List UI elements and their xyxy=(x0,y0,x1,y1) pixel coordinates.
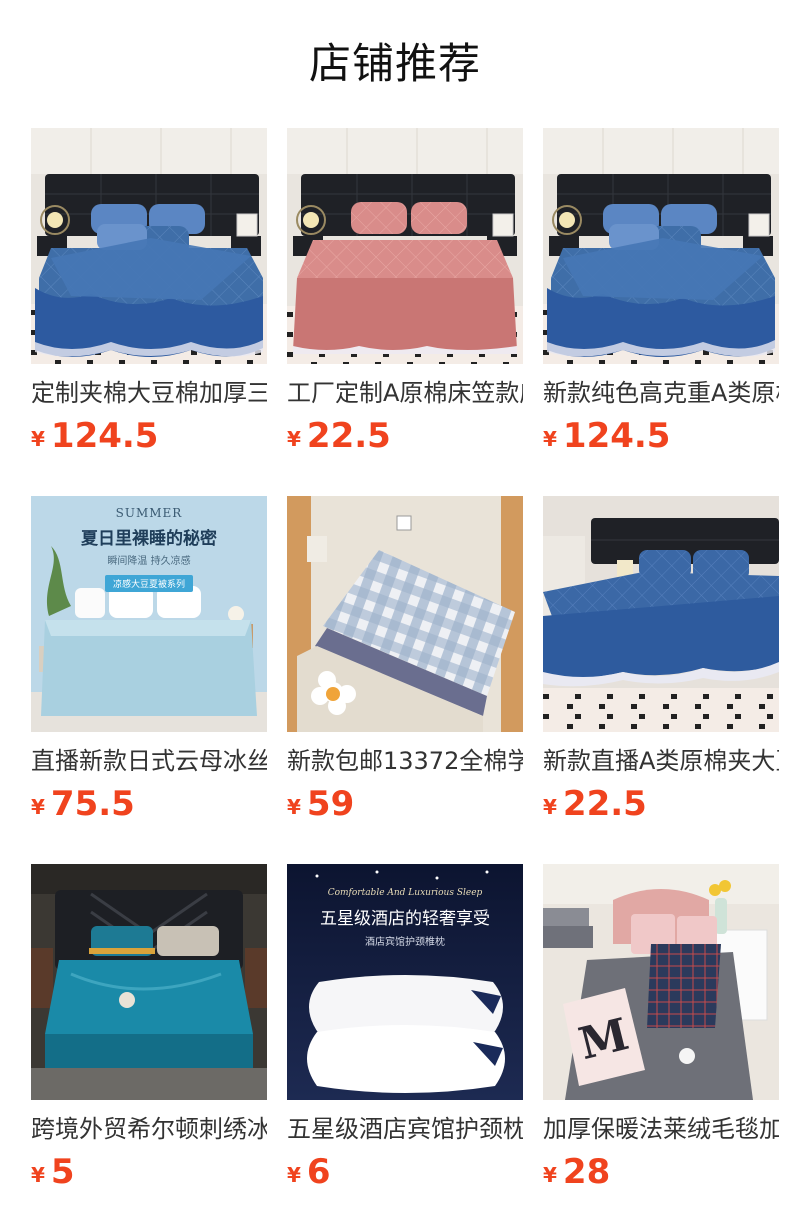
product-image[interactable] xyxy=(31,864,267,1100)
product-price: ¥22.5 xyxy=(543,784,779,830)
currency-symbol: ¥ xyxy=(31,1163,45,1187)
shop-recommendations-page: 店铺推荐 定制夹棉大豆棉加厚三件套 ¥124.5 工厂定制A原棉床笠款床罩 ¥22.5… xyxy=(0,0,790,1232)
product-image[interactable] xyxy=(31,128,267,364)
product-title[interactable]: 跨境外贸希尔顿刺绣冰丝席 xyxy=(31,1114,267,1144)
banner-en-text: Comfortable And Luxurious Sleep xyxy=(327,888,483,898)
product-image[interactable] xyxy=(543,128,779,364)
currency-symbol: ¥ xyxy=(287,1163,301,1187)
price-amount: 22.5 xyxy=(562,784,647,824)
currency-symbol: ¥ xyxy=(287,427,301,451)
currency-symbol: ¥ xyxy=(31,795,45,819)
product-image[interactable] xyxy=(287,496,523,732)
product-price: ¥75.5 xyxy=(31,784,267,830)
currency-symbol: ¥ xyxy=(31,427,45,451)
price-amount: 124.5 xyxy=(562,416,671,456)
product-title[interactable]: 新款直播A类原棉夹大豆床罩 xyxy=(543,746,779,776)
price-amount: 22.5 xyxy=(306,416,391,456)
price-amount: 6 xyxy=(306,1152,331,1192)
price-amount: 28 xyxy=(562,1152,611,1192)
product-card[interactable]: 定制夹棉大豆棉加厚三件套 ¥124.5 xyxy=(31,128,267,496)
product-title[interactable]: 新款纯色高克重A类原棉夹棉 xyxy=(543,378,779,408)
product-card[interactable]: Comfortable And Luxurious Sleep 五星级酒店的轻奢享… xyxy=(287,864,523,1232)
product-title[interactable]: 定制夹棉大豆棉加厚三件套 xyxy=(31,378,267,408)
price-amount: 59 xyxy=(306,784,355,824)
banner-subtext: 瞬间降温 持久凉感 xyxy=(107,556,191,567)
banner-headline: 五星级酒店的轻奢享受 xyxy=(320,909,490,929)
product-card[interactable]: 新款包邮13372全棉学生床垫 ¥59 xyxy=(287,496,523,864)
product-card[interactable]: 新款直播A类原棉夹大豆床罩 ¥22.5 xyxy=(543,496,779,864)
product-price: ¥124.5 xyxy=(543,416,779,462)
product-image[interactable] xyxy=(543,496,779,732)
product-price: ¥22.5 xyxy=(287,416,523,462)
product-card[interactable]: SUMMER 夏日里裸睡的秘密瞬间降温 持久凉感凉感大豆夏被系列直播新款日式云母冰… xyxy=(31,496,267,864)
product-price: ¥6 xyxy=(287,1152,523,1198)
currency-symbol: ¥ xyxy=(543,795,557,819)
product-price: ¥124.5 xyxy=(31,416,267,462)
price-amount: 5 xyxy=(50,1152,75,1192)
product-card[interactable]: 工厂定制A原棉床笠款床罩 ¥22.5 xyxy=(287,128,523,496)
currency-symbol: ¥ xyxy=(287,795,301,819)
product-grid: 定制夹棉大豆棉加厚三件套 ¥124.5 工厂定制A原棉床笠款床罩 ¥22.5 新款纯色高… xyxy=(31,128,779,1232)
currency-symbol: ¥ xyxy=(543,427,557,451)
product-title[interactable]: 加厚保暖法莱绒毛毯加绒被 xyxy=(543,1114,779,1144)
banner-en-text: SUMMER xyxy=(115,506,183,520)
product-image[interactable]: Comfortable And Luxurious Sleep 五星级酒店的轻奢享… xyxy=(287,864,523,1100)
product-image[interactable] xyxy=(287,128,523,364)
section-title: 店铺推荐 xyxy=(308,39,481,88)
product-title[interactable]: 新款包邮13372全棉学生床垫 xyxy=(287,746,523,776)
product-price: ¥5 xyxy=(31,1152,267,1198)
product-price: ¥59 xyxy=(287,784,523,830)
product-title[interactable]: 直播新款日式云母冰丝夏被 xyxy=(31,746,267,776)
currency-symbol: ¥ xyxy=(543,1163,557,1187)
product-price: ¥28 xyxy=(543,1152,779,1198)
banner-tag: 凉感大豆夏被系列 xyxy=(104,575,193,592)
product-card[interactable]: 跨境外贸希尔顿刺绣冰丝席 ¥5 xyxy=(31,864,267,1232)
product-image[interactable]: SUMMER 夏日里裸睡的秘密瞬间降温 持久凉感凉感大豆夏被系列 xyxy=(31,496,267,732)
product-title[interactable]: 五星级酒店宾馆护颈枕头芯 xyxy=(287,1114,523,1144)
price-amount: 75.5 xyxy=(50,784,135,824)
product-title[interactable]: 工厂定制A原棉床笠款床罩 xyxy=(287,378,523,408)
price-amount: 124.5 xyxy=(50,416,159,456)
product-image[interactable]: M xyxy=(543,864,779,1100)
banner-headline: 夏日里裸睡的秘密 xyxy=(81,529,217,549)
banner-subtext: 酒店宾馆护颈椎枕 xyxy=(365,937,445,948)
product-card[interactable]: 新款纯色高克重A类原棉夹棉 ¥124.5 xyxy=(543,128,779,496)
product-card[interactable]: M 加厚保暖法莱绒毛毯加绒被 ¥28 xyxy=(543,864,779,1232)
